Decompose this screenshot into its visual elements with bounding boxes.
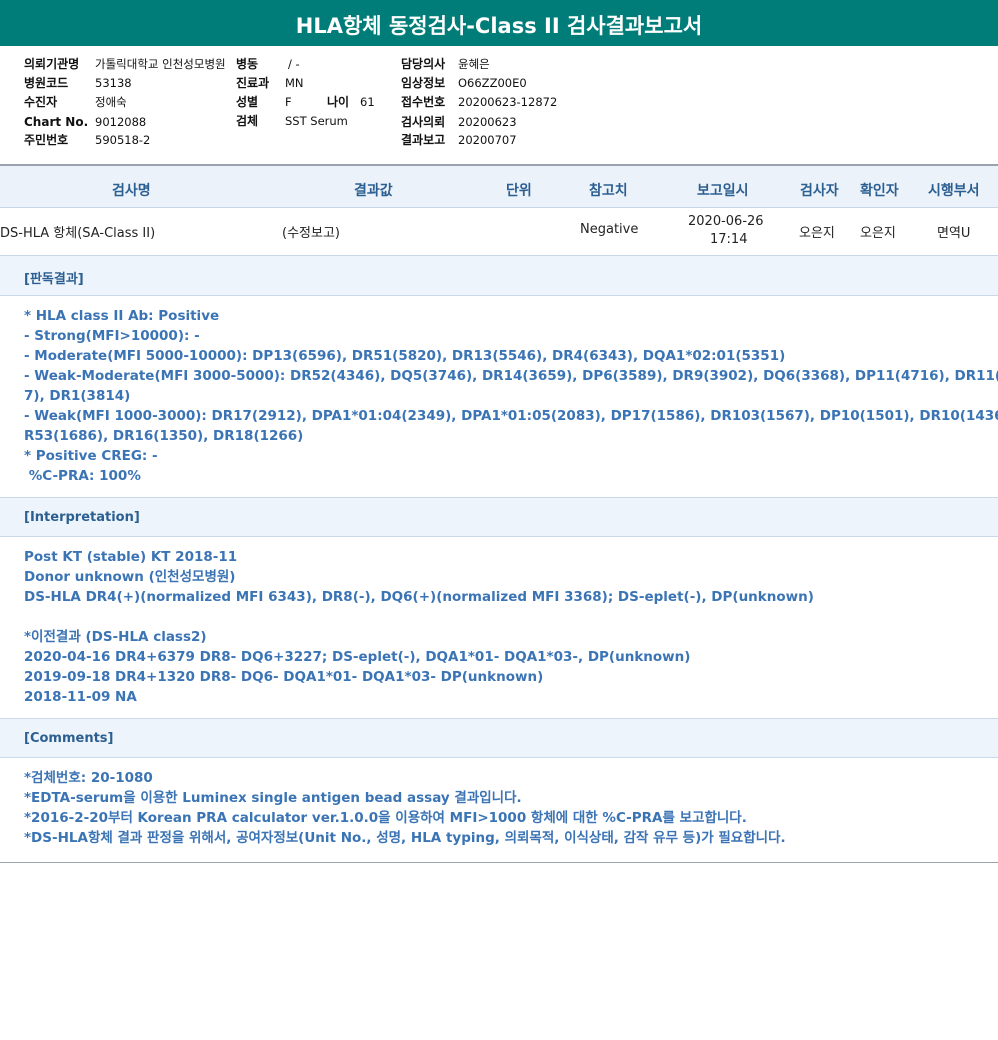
value-receipt-no: 20200623-12872 — [458, 95, 558, 109]
interpretation-line — [24, 607, 998, 627]
section-interpretation-content: Post KT (stable) KT 2018-11 Donor unknow… — [24, 547, 998, 707]
cell-report-date: 2020-06-26 — [688, 214, 764, 229]
label-ward: 병동 — [236, 57, 259, 71]
patient-info-col3: 담당의사 윤혜은 임상정보 O66ZZ00E0 접수번호 20200623-12… — [401, 57, 601, 152]
judgement-line: - Strong(MFI>10000): - — [24, 328, 200, 344]
divider — [0, 862, 998, 863]
judgement-line: - Moderate(MFI 5000-10000): DP13(6596), … — [24, 348, 786, 364]
header-result: 결과값 — [354, 183, 393, 199]
section-comments-header: [Comments] — [0, 718, 998, 758]
label-doctor: 담당의사 — [401, 57, 446, 71]
comment-line: *검체번호: 20-1080 — [24, 770, 153, 786]
label-hospital-code: 병원코드 — [24, 76, 69, 90]
value-requester: 가톨릭대학교 인천성모병원 — [95, 57, 226, 71]
interpretation-line: *이전결과 (DS-HLA class2) — [24, 629, 207, 645]
header-report-datetime: 보고일시 — [697, 183, 749, 199]
header-department: 시행부서 — [928, 183, 980, 199]
label-clinical-info: 임상정보 — [401, 76, 446, 90]
section-judgement-content: * HLA class II Ab: Positive - Strong(MFI… — [24, 306, 998, 486]
value-request-date: 20200623 — [458, 115, 517, 129]
interpretation-line: 2019-09-18 DR4+1320 DR8- DQ6- DQA1*01- D… — [24, 669, 544, 685]
judgement-line: R53(1686), DR16(1350), DR18(1266) — [24, 428, 304, 444]
cell-report-time: 17:14 — [710, 232, 748, 247]
value-specimen: SST Serum — [285, 114, 348, 128]
value-report-date: 20200707 — [458, 133, 517, 147]
report-title-bar: HLA항체 동정검사-Class II 검사결과보고서 — [0, 0, 998, 46]
value-chart-no: 9012088 — [95, 115, 147, 129]
label-specimen: 검체 — [236, 114, 259, 128]
label-request-date: 검사의뢰 — [401, 115, 446, 129]
header-checker: 확인자 — [860, 183, 899, 199]
section-comments-content: *검체번호: 20-1080 *EDTA-serum을 이용한 Luminex … — [24, 768, 998, 848]
value-ward: / - — [288, 57, 300, 71]
value-age: 61 — [360, 95, 375, 109]
section-judgement-header: [판독결과] — [0, 256, 998, 296]
interpretation-line: DS-HLA DR4(+)(normalized MFI 6343), DR8(… — [24, 589, 814, 605]
header-tester: 검사자 — [800, 183, 839, 199]
patient-info-col2: 병동 / - 진료과 MN 성별 F 나이 61 검체 SST Serum — [236, 57, 396, 137]
label-chart-no: Chart No. — [24, 115, 89, 129]
label-patient-name: 수진자 — [24, 95, 58, 109]
header-reference: 참고치 — [589, 183, 628, 199]
section-interpretation-header: [Interpretation] — [0, 497, 998, 537]
cell-result: (수정보고) — [282, 226, 340, 241]
interpretation-line: Post KT (stable) KT 2018-11 — [24, 549, 238, 565]
cell-test-name: DS-HLA 항체(SA-Class II) — [0, 226, 156, 241]
label-age: 나이 — [327, 95, 350, 109]
header-unit: 단위 — [506, 183, 532, 199]
judgement-line: - Weak(MFI 1000-3000): DR17(2912), DPA1*… — [24, 408, 998, 424]
comment-line: *DS-HLA항체 결과 판정을 위해서, 공여자정보(Unit No., 성명… — [24, 830, 786, 846]
section-comments-tag: [Comments] — [24, 731, 114, 746]
value-hospital-code: 53138 — [95, 76, 132, 90]
judgement-line: - Weak-Moderate(MFI 3000-5000): DR52(434… — [24, 368, 998, 384]
header-test-name: 검사명 — [112, 183, 151, 199]
judgement-line: %C-PRA: 100% — [24, 468, 141, 484]
report-title: HLA항체 동정검사-Class II 검사결과보고서 — [295, 14, 703, 38]
label-receipt-no: 접수번호 — [401, 95, 446, 109]
value-clinical-info: O66ZZ00E0 — [458, 76, 527, 90]
section-interpretation-tag: [Interpretation] — [24, 510, 140, 525]
cell-reference: Negative — [580, 222, 639, 237]
value-resident-no: 590518-2 — [95, 133, 151, 147]
cell-department: 면역U — [937, 226, 971, 241]
interpretation-line: Donor unknown (인천성모병원) — [24, 569, 236, 585]
judgement-line: * HLA class II Ab: Positive — [24, 308, 220, 324]
value-department: MN — [285, 76, 304, 90]
label-report-date: 결과보고 — [401, 133, 446, 147]
label-resident-no: 주민번호 — [24, 133, 69, 147]
value-doctor: 윤혜은 — [458, 57, 490, 71]
judgement-line: 7), DR1(3814) — [24, 388, 131, 404]
table-row: DS-HLA 항체(SA-Class II) (수정보고) Negative 2… — [0, 208, 998, 256]
judgement-line: * Positive CREG: - — [24, 448, 158, 464]
label-department: 진료과 — [236, 76, 270, 90]
section-judgement-tag: [판독결과] — [24, 272, 84, 287]
comment-line: *EDTA-serum을 이용한 Luminex single antigen … — [24, 790, 522, 806]
label-requester: 의뢰기관명 — [24, 57, 80, 71]
interpretation-line: 2018-11-09 NA — [24, 689, 137, 705]
interpretation-line: 2020-04-16 DR4+6379 DR8- DQ6+3227; DS-ep… — [24, 649, 691, 665]
result-table-header: 검사명 결과값 단위 참고치 보고일시 검사자 확인자 시행부서 — [0, 166, 998, 208]
cell-checker: 오은지 — [860, 226, 896, 241]
comment-line: *2016-2-20부터 Korean PRA calculator ver.1… — [24, 810, 747, 826]
value-sex: F — [285, 95, 292, 109]
label-sex: 성별 — [236, 95, 259, 109]
value-patient-name: 정애숙 — [95, 95, 127, 109]
cell-tester: 오은지 — [799, 226, 835, 241]
